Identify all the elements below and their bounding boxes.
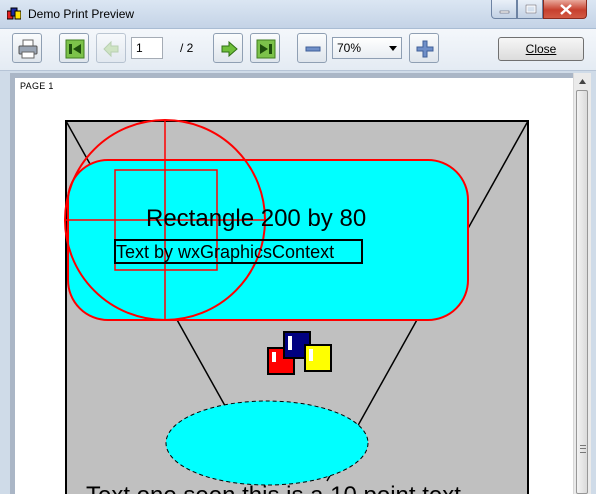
vertical-scrollbar[interactable] xyxy=(573,73,591,494)
title-bar: Demo Print Preview xyxy=(0,0,596,29)
first-page-icon xyxy=(65,39,85,59)
zoom-out-button[interactable] xyxy=(297,33,327,63)
maximize-icon xyxy=(525,4,537,14)
minimize-button[interactable] xyxy=(491,0,517,19)
print-button[interactable] xyxy=(12,33,42,63)
page-number-input[interactable]: 1 xyxy=(131,37,163,59)
close-button[interactable]: Close xyxy=(498,37,584,61)
close-window-button[interactable] xyxy=(543,0,587,19)
close-button-label: Close xyxy=(525,42,557,56)
zoom-select[interactable]: 70% xyxy=(332,37,402,59)
page-total: / 2 xyxy=(180,41,194,55)
scroll-up-icon[interactable] xyxy=(574,73,591,90)
minimize-icon xyxy=(499,10,510,14)
preview-toolbar: 1 / 2 70% Close xyxy=(0,29,596,71)
app-icon xyxy=(7,7,21,20)
printer-icon xyxy=(18,39,38,59)
previous-page-button[interactable] xyxy=(96,33,126,63)
window-title: Demo Print Preview xyxy=(28,7,135,21)
page-canvas: PAGE 1 Rectangle 200 by 80 Text by wxGra… xyxy=(15,78,573,494)
close-icon xyxy=(560,4,572,15)
chevron-down-icon xyxy=(389,46,397,51)
bottom-text: Text one seen this is a 10 point text xyxy=(86,482,461,494)
maximize-button[interactable] xyxy=(517,0,543,19)
cyan-ellipse xyxy=(165,400,369,486)
graphics-context-text: Text by wxGraphicsContext xyxy=(116,242,334,262)
scrollbar-grip-icon xyxy=(580,445,586,453)
scrollbar-thumb[interactable] xyxy=(576,90,588,494)
last-page-button[interactable] xyxy=(250,33,280,63)
minus-icon xyxy=(305,46,321,52)
rectangle-label: Rectangle 200 by 80 xyxy=(146,205,366,232)
plus-icon xyxy=(416,40,434,58)
previous-page-icon xyxy=(103,40,119,58)
page-drawing: Rectangle 200 by 80 Text by wxGraphicsCo… xyxy=(64,119,529,494)
zoom-in-button[interactable] xyxy=(409,33,439,63)
zoom-value: 70% xyxy=(337,41,362,55)
next-page-icon xyxy=(221,40,238,58)
last-page-icon xyxy=(256,39,276,59)
preview-area[interactable]: PAGE 1 Rectangle 200 by 80 Text by wxGra… xyxy=(10,73,573,494)
first-page-button[interactable] xyxy=(59,33,89,63)
next-page-button[interactable] xyxy=(213,33,243,63)
